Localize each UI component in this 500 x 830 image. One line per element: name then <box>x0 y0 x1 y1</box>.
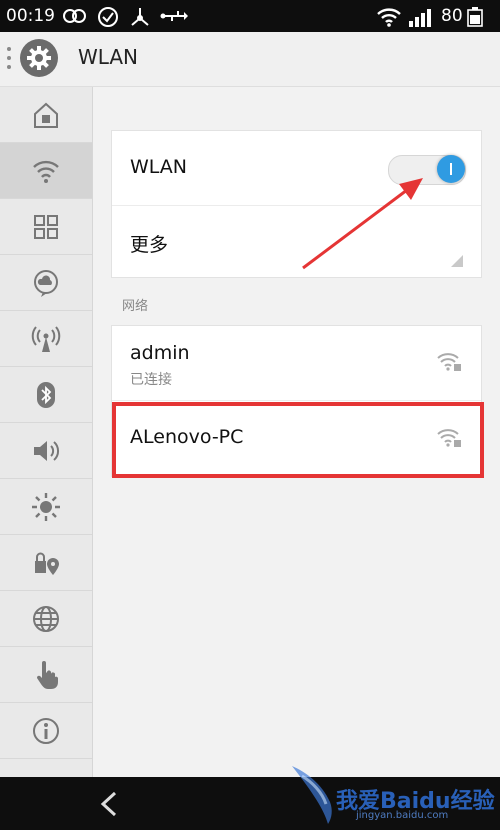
signal-icon <box>409 9 431 27</box>
share-icon <box>131 8 149 26</box>
corner-indicator-icon <box>451 255 463 267</box>
sidebar-item-sound[interactable] <box>0 423 92 479</box>
settings-gear-icon[interactable] <box>20 39 58 77</box>
sidebar-item-home[interactable] <box>0 87 92 143</box>
hand-icon <box>36 661 58 689</box>
sidebar-item-gestures[interactable] <box>0 647 92 703</box>
battery-icon <box>467 7 483 27</box>
sidebar-item-language[interactable] <box>0 591 92 647</box>
bluetooth-icon <box>37 382 55 408</box>
divider <box>112 400 481 401</box>
watermark-url: jingyan.baidu.com <box>356 810 449 821</box>
networks-section-header: 网络 <box>122 299 149 314</box>
sidebar-item-bluetooth[interactable] <box>0 367 92 423</box>
globe-icon <box>33 606 59 632</box>
watermark: 我爱Baidu经验 jingyan.baidu.com <box>288 760 500 830</box>
info-icon <box>33 718 59 744</box>
lock-location-icon <box>35 552 59 575</box>
wlan-toggle-label: WLAN <box>130 156 188 178</box>
infinity-icon <box>63 9 86 23</box>
grid-icon <box>34 215 58 239</box>
toggle-knob[interactable] <box>437 155 465 183</box>
sidebar-item-privacy[interactable] <box>0 535 92 591</box>
back-icon[interactable] <box>98 791 122 817</box>
network-name-admin[interactable]: admin <box>130 342 190 364</box>
title-bar: WLAN <box>0 32 500 87</box>
settings-sidebar <box>0 87 93 777</box>
sidebar-item-hotspot[interactable] <box>0 311 92 367</box>
cloud-chat-icon <box>34 270 58 297</box>
check-circle-icon <box>98 7 118 27</box>
sidebar-item-about[interactable] <box>0 703 92 759</box>
sidebar-item-wlan[interactable] <box>0 143 92 199</box>
network-status-admin: 已连接 <box>130 372 172 388</box>
sidebar-item-cloud[interactable] <box>0 255 92 311</box>
usb-icon <box>160 11 188 21</box>
sidebar-item-apps[interactable] <box>0 199 92 255</box>
page-title: WLAN <box>78 45 139 69</box>
volume-icon <box>34 441 60 461</box>
status-bar: 00:19 80 <box>0 0 500 32</box>
drawer-handle-icon[interactable] <box>6 44 12 72</box>
wifi-icon <box>377 8 401 27</box>
sidebar-item-display[interactable] <box>0 479 92 535</box>
hotspot-icon <box>31 326 61 352</box>
brightness-icon <box>32 493 60 521</box>
highlight-box <box>112 402 484 478</box>
battery-level: 80 <box>441 6 463 26</box>
more-settings-item[interactable]: 更多 <box>130 230 168 257</box>
home-icon <box>34 102 58 128</box>
wifi-icon <box>33 160 59 183</box>
status-time: 00:19 <box>6 6 55 26</box>
annotation-arrow <box>302 178 423 270</box>
wifi-lock-icon <box>437 353 461 371</box>
